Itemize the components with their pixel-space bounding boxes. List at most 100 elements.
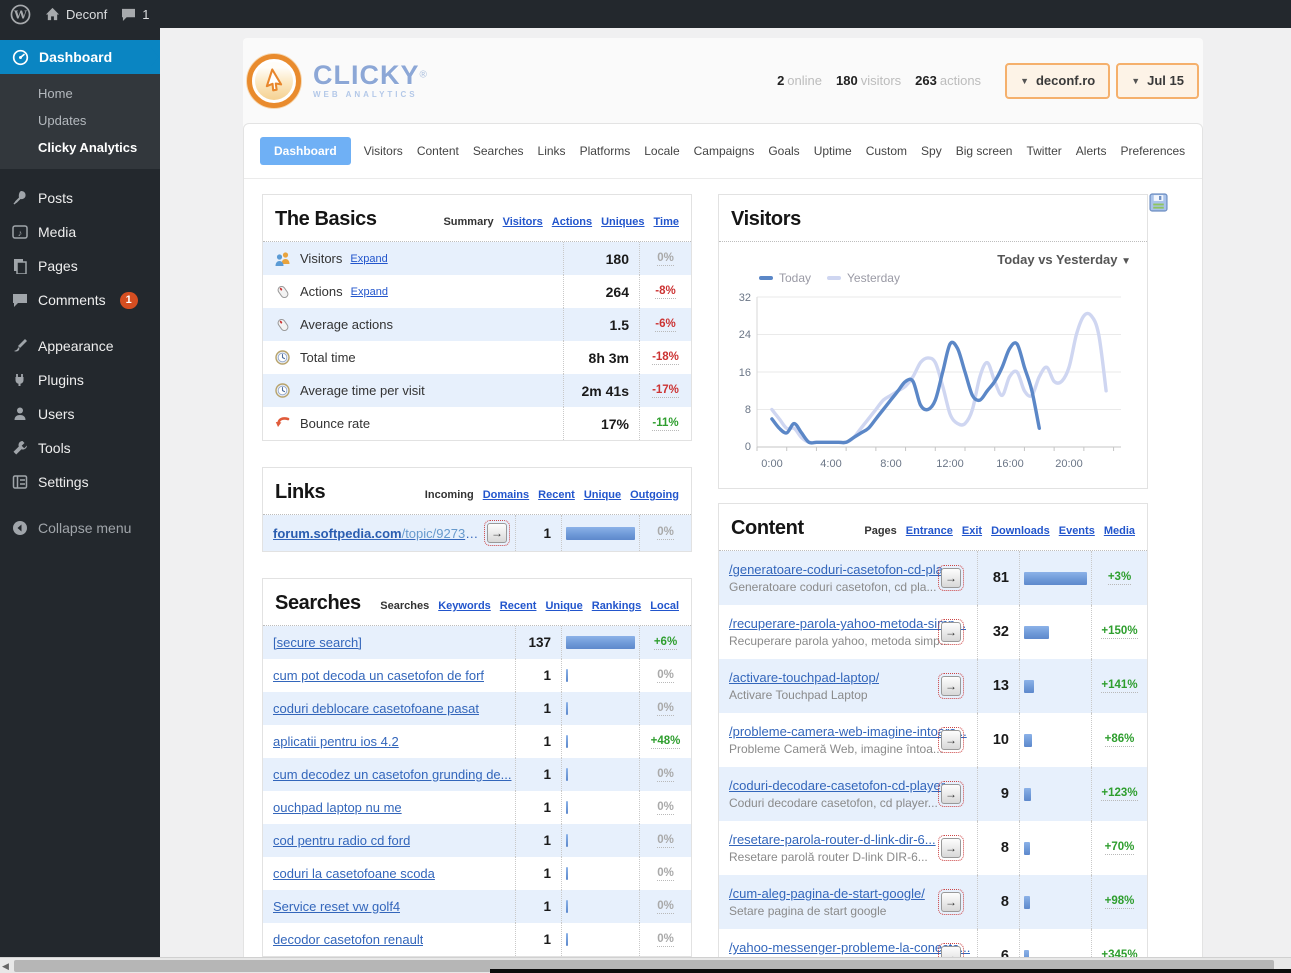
chart-comparison-selector[interactable]: Today vs Yesterday ▼ bbox=[729, 248, 1137, 269]
page-url-link[interactable]: /probleme-camera-web-imagine-intoars... bbox=[729, 724, 967, 739]
link-value: 1 bbox=[515, 515, 561, 551]
sidebar-item-media[interactable]: ♪ Media bbox=[0, 215, 160, 249]
search-term-link[interactable]: aplicatii pentru ios 4.2 bbox=[273, 734, 399, 749]
open-page-button[interactable]: → bbox=[938, 835, 964, 861]
content-nav-media[interactable]: Media bbox=[1104, 525, 1135, 537]
links-nav-domains[interactable]: Domains bbox=[483, 489, 529, 501]
sidebar-item-appearance[interactable]: Appearance bbox=[0, 329, 160, 363]
search-term-link[interactable]: cod pentru radio cd ford bbox=[273, 833, 410, 848]
basics-nav-actions[interactable]: Actions bbox=[552, 216, 592, 228]
sidebar-item-dashboard[interactable]: Dashboard bbox=[0, 40, 160, 74]
plug-icon bbox=[15, 374, 24, 386]
search-term-link[interactable]: ouchpad laptop nu me bbox=[273, 800, 402, 815]
content-nav-entrance[interactable]: Entrance bbox=[906, 525, 953, 537]
sidebar-item-home[interactable]: Home bbox=[0, 80, 160, 107]
search-term-link[interactable]: Service reset vw golf4 bbox=[273, 899, 400, 914]
tab-platforms[interactable]: Platforms bbox=[573, 138, 638, 164]
content-nav-pages[interactable]: Pages bbox=[864, 525, 896, 537]
expand-link[interactable]: Expand bbox=[350, 253, 387, 265]
page-url-link[interactable]: /recuperare-parola-yahoo-metoda-simp... bbox=[729, 616, 966, 631]
tab-alerts[interactable]: Alerts bbox=[1069, 138, 1114, 164]
search-term-link[interactable]: [secure search] bbox=[273, 635, 362, 650]
comments-shortcut[interactable]: 1 bbox=[121, 7, 149, 22]
tab-visitors[interactable]: Visitors bbox=[357, 138, 410, 164]
site-link[interactable]: Deconf bbox=[45, 7, 107, 22]
open-page-button[interactable]: → bbox=[938, 889, 964, 915]
incoming-link[interactable]: forum.softpedia.com/topic/927395-re... bbox=[273, 526, 479, 541]
page-url-link[interactable]: /cum-aleg-pagina-de-start-google/ bbox=[729, 886, 925, 901]
open-page-button[interactable]: → bbox=[938, 673, 964, 699]
page-url-link[interactable]: /yahoo-messenger-probleme-la-conecta... bbox=[729, 940, 970, 955]
search-row: Service reset vw golf4 1 0% bbox=[263, 890, 691, 923]
tab-custom[interactable]: Custom bbox=[859, 138, 914, 164]
tab-preferences[interactable]: Preferences bbox=[1113, 138, 1192, 164]
search-term-link[interactable]: coduri deblocare casetofoane pasat bbox=[273, 701, 479, 716]
tab-searches[interactable]: Searches bbox=[466, 138, 531, 164]
open-page-button[interactable]: → bbox=[938, 781, 964, 807]
search-term-link[interactable]: coduri la casetofoane scoda bbox=[273, 866, 435, 881]
page-url-link[interactable]: /generatoare-coduri-casetofon-cd-pla... bbox=[729, 562, 954, 577]
sidebar-item-posts[interactable]: Posts bbox=[0, 181, 160, 215]
sidebar-item-settings[interactable]: Settings bbox=[0, 465, 160, 499]
content-nav-events[interactable]: Events bbox=[1059, 525, 1095, 537]
tab-locale[interactable]: Locale bbox=[637, 138, 686, 164]
sidebar-item-users[interactable]: Users bbox=[0, 397, 160, 431]
tab-links[interactable]: Links bbox=[531, 138, 573, 164]
content-nav-exit[interactable]: Exit bbox=[962, 525, 982, 537]
basics-nav-time[interactable]: Time bbox=[654, 216, 679, 228]
tab-spy[interactable]: Spy bbox=[914, 138, 949, 164]
searches-nav-rankings[interactable]: Rankings bbox=[592, 600, 642, 612]
searches-nav-unique[interactable]: Unique bbox=[545, 600, 582, 612]
tab-campaigns[interactable]: Campaigns bbox=[687, 138, 762, 164]
basics-row-average-actions: Average actions 1.5 -6% bbox=[263, 308, 691, 341]
open-page-button[interactable]: → bbox=[938, 619, 964, 645]
tab-twitter[interactable]: Twitter bbox=[1019, 138, 1068, 164]
page-url-link[interactable]: /activare-touchpad-laptop/ bbox=[729, 670, 879, 685]
sidebar-item-plugins[interactable]: Plugins bbox=[0, 363, 160, 397]
search-term-link[interactable]: cum pot decoda un casetofon de forf bbox=[273, 668, 484, 683]
svg-text:12:00: 12:00 bbox=[936, 458, 964, 470]
comment-bubble-icon bbox=[122, 8, 136, 21]
searches-nav-recent[interactable]: Recent bbox=[500, 600, 537, 612]
open-page-button[interactable]: → bbox=[938, 727, 964, 753]
tab-content[interactable]: Content bbox=[410, 138, 466, 164]
links-nav-recent[interactable]: Recent bbox=[538, 489, 575, 501]
page-url-link[interactable]: /coduri-decodare-casetofon-cd-player... bbox=[729, 778, 955, 793]
basics-nav-uniques[interactable]: Uniques bbox=[601, 216, 644, 228]
open-page-button[interactable]: → bbox=[938, 565, 964, 591]
basics-title: The Basics bbox=[275, 208, 377, 230]
save-icon[interactable] bbox=[1149, 193, 1168, 212]
tab-uptime[interactable]: Uptime bbox=[807, 138, 859, 164]
sidebar-item-pages[interactable]: Pages bbox=[0, 249, 160, 283]
basics-row-total-time: Total time 8h 3m -18% bbox=[263, 341, 691, 374]
sidebar-item-comments[interactable]: Comments 1 bbox=[0, 283, 160, 317]
tab-dashboard[interactable]: Dashboard bbox=[260, 137, 351, 165]
content-nav-downloads[interactable]: Downloads bbox=[991, 525, 1050, 537]
links-nav-incoming[interactable]: Incoming bbox=[425, 489, 474, 501]
searches-nav-local[interactable]: Local bbox=[650, 600, 679, 612]
wp-admin-bar: W Deconf 1 bbox=[0, 0, 1291, 28]
search-row: aplicatii pentru ios 4.2 1 +48% bbox=[263, 725, 691, 758]
search-term-link[interactable]: decodor casetofon renault bbox=[273, 932, 423, 947]
scroll-left-arrow-icon[interactable]: ◀ bbox=[2, 961, 9, 972]
page-url-link[interactable]: /resetare-parola-router-d-link-dir-6... bbox=[729, 832, 936, 847]
searches-nav-searches[interactable]: Searches bbox=[380, 600, 429, 612]
expand-link[interactable]: Expand bbox=[351, 286, 388, 298]
site-selector-button[interactable]: ▼ deconf.ro bbox=[1005, 62, 1111, 99]
links-nav-outgoing[interactable]: Outgoing bbox=[630, 489, 679, 501]
collapse-menu-button[interactable]: Collapse menu bbox=[0, 511, 160, 545]
sidebar-item-clicky-analytics[interactable]: Clicky Analytics bbox=[0, 134, 160, 161]
basics-nav-summary[interactable]: Summary bbox=[443, 216, 493, 228]
links-nav-unique[interactable]: Unique bbox=[584, 489, 621, 501]
sidebar-item-updates[interactable]: Updates bbox=[0, 107, 160, 134]
open-link-button[interactable]: → bbox=[484, 520, 510, 546]
tab-goals[interactable]: Goals bbox=[761, 138, 806, 164]
search-term-link[interactable]: cum decodez un casetofon grunding de... bbox=[273, 767, 512, 782]
search-change: 0% bbox=[657, 668, 674, 683]
tab-big-screen[interactable]: Big screen bbox=[949, 138, 1020, 164]
sidebar-item-tools[interactable]: Tools bbox=[0, 431, 160, 465]
searches-nav-keywords[interactable]: Keywords bbox=[438, 600, 491, 612]
wordpress-logo-icon[interactable]: W bbox=[10, 4, 31, 25]
date-selector-button[interactable]: ▼ Jul 15 bbox=[1116, 62, 1199, 99]
basics-nav-visitors[interactable]: Visitors bbox=[503, 216, 543, 228]
